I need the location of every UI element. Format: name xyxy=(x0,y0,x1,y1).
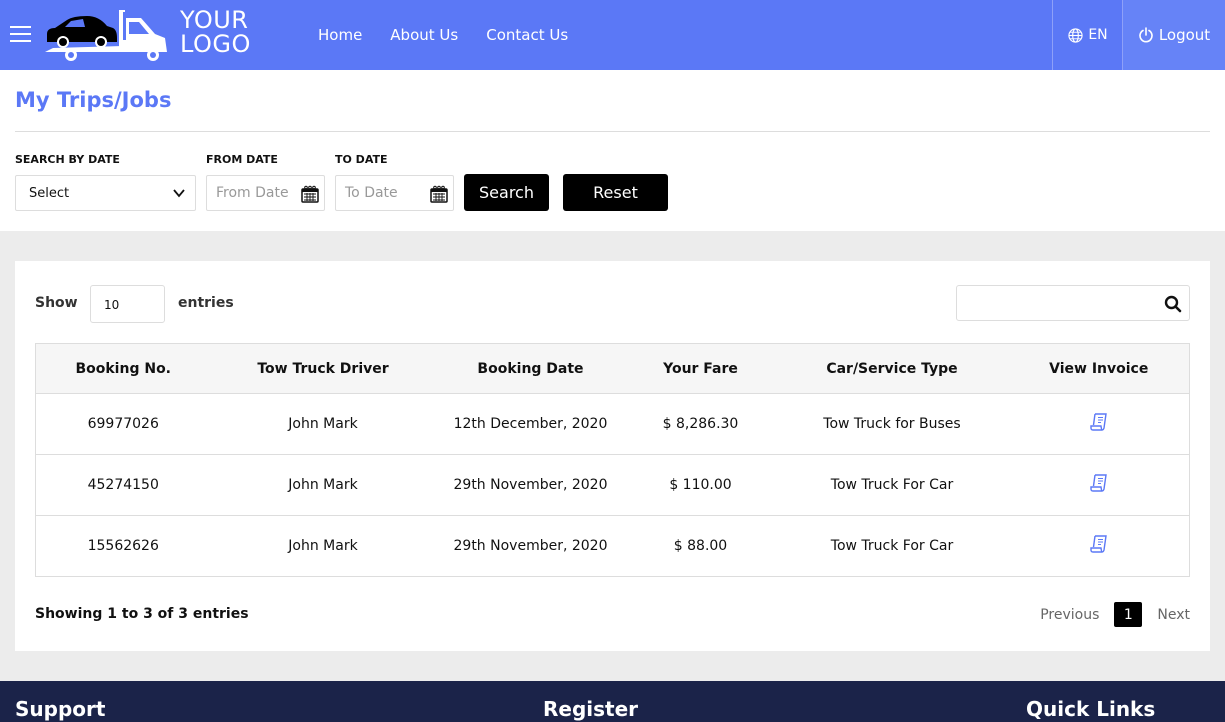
booking-no-cell: 69977026 xyxy=(35,393,211,455)
top-navbar: YOUR LOGO Home About Us Contact Us EN Lo… xyxy=(0,0,1225,70)
divider xyxy=(15,131,1210,132)
view-invoice-cell xyxy=(1008,454,1190,516)
logo-text-line1: YOUR xyxy=(180,6,249,34)
column-header-driver[interactable]: Tow Truck Driver xyxy=(210,343,436,394)
from-date-input[interactable]: From Date xyxy=(206,175,325,211)
nav-contact-us[interactable]: Contact Us xyxy=(486,26,568,44)
main-nav: Home About Us Contact Us xyxy=(318,0,596,70)
fare-cell: $ 110.00 xyxy=(625,454,776,516)
service-type-cell: Tow Truck for Buses xyxy=(775,393,1009,455)
driver-cell: John Mark xyxy=(210,393,436,455)
driver-cell: John Mark xyxy=(210,515,436,577)
column-header-booking-no[interactable]: Booking No. xyxy=(35,343,211,394)
view-invoice-cell xyxy=(1008,393,1190,455)
trips-table: Booking No. Tow Truck Driver Booking Dat… xyxy=(35,343,1190,577)
show-label: Show xyxy=(35,295,78,311)
column-header-service-type[interactable]: Car/Service Type xyxy=(775,343,1009,394)
chevron-down-icon xyxy=(173,189,185,198)
search-by-date-select[interactable]: Select xyxy=(15,175,196,211)
booking-no-cell: 15562626 xyxy=(35,515,211,577)
tow-truck-logo-icon xyxy=(45,10,167,61)
search-by-date-label: SEARCH BY DATE xyxy=(15,153,120,166)
logo[interactable]: YOUR LOGO xyxy=(43,8,263,62)
column-header-booking-date[interactable]: Booking Date xyxy=(435,343,626,394)
booking-date-cell: 29th November, 2020 xyxy=(435,454,626,516)
table-search-input[interactable] xyxy=(956,285,1190,321)
from-date-label: FROM DATE xyxy=(206,153,278,166)
invoice-icon[interactable] xyxy=(1088,533,1110,555)
nav-home[interactable]: Home xyxy=(318,26,362,44)
booking-date-cell: 12th December, 2020 xyxy=(435,393,626,455)
logout-button[interactable]: Logout xyxy=(1122,0,1225,70)
driver-cell: John Mark xyxy=(210,454,436,516)
search-icon[interactable] xyxy=(1163,294,1183,314)
next-page-button[interactable]: Next xyxy=(1157,607,1190,623)
invoice-icon[interactable] xyxy=(1088,411,1110,433)
page-1-button[interactable]: 1 xyxy=(1114,602,1143,627)
invoice-icon[interactable] xyxy=(1088,472,1110,494)
page-title: My Trips/Jobs xyxy=(15,88,172,112)
footer-register-heading: Register xyxy=(543,697,639,721)
footer-support-heading: Support xyxy=(15,697,106,721)
to-date-input[interactable]: To Date xyxy=(335,175,454,211)
filter-panel: My Trips/Jobs SEARCH BY DATE FROM DATE T… xyxy=(0,70,1225,231)
logo-text: YOUR LOGO xyxy=(180,8,251,56)
column-header-fare[interactable]: Your Fare xyxy=(625,343,776,394)
table-header-row: Booking No. Tow Truck Driver Booking Dat… xyxy=(35,343,1190,394)
reset-button[interactable]: Reset xyxy=(563,174,668,211)
globe-icon xyxy=(1068,27,1083,43)
nav-about-us[interactable]: About Us xyxy=(390,26,458,44)
table-row: 69977026 John Mark 12th December, 2020 $… xyxy=(35,393,1190,455)
pagination: Previous 1 Next xyxy=(1040,602,1190,627)
entries-per-page-input[interactable]: 10 xyxy=(90,285,165,323)
previous-page-button[interactable]: Previous xyxy=(1040,607,1099,623)
service-type-cell: Tow Truck For Car xyxy=(775,454,1009,516)
footer-quick-links-heading: Quick Links xyxy=(1026,697,1156,721)
trips-table-card: Show 10 entries Booking No. Tow Truck Dr… xyxy=(15,261,1210,651)
from-date-placeholder: From Date xyxy=(216,185,289,201)
to-date-label: TO DATE xyxy=(335,153,388,166)
logout-label: Logout xyxy=(1158,26,1211,44)
table-row: 15562626 John Mark 29th November, 2020 $… xyxy=(35,515,1190,577)
pagination-summary: Showing 1 to 3 of 3 entries xyxy=(35,606,249,622)
language-selector[interactable]: EN xyxy=(1052,0,1123,70)
service-type-cell: Tow Truck For Car xyxy=(775,515,1009,577)
hamburger-menu-icon[interactable] xyxy=(10,26,31,44)
calendar-icon[interactable] xyxy=(300,184,320,204)
footer: Support Register Quick Links xyxy=(0,681,1225,722)
table-row: 45274150 John Mark 29th November, 2020 $… xyxy=(35,454,1190,516)
language-label: EN xyxy=(1088,27,1108,43)
booking-no-cell: 45274150 xyxy=(35,454,211,516)
entries-label: entries xyxy=(178,295,234,311)
search-button[interactable]: Search xyxy=(464,174,549,211)
booking-date-cell: 29th November, 2020 xyxy=(435,515,626,577)
view-invoice-cell xyxy=(1008,515,1190,577)
column-header-view-invoice: View Invoice xyxy=(1008,343,1190,394)
calendar-icon[interactable] xyxy=(429,184,449,204)
select-value: Select xyxy=(29,186,70,201)
logo-text-line2: LOGO xyxy=(180,30,251,58)
fare-cell: $ 88.00 xyxy=(625,515,776,577)
to-date-placeholder: To Date xyxy=(345,185,398,201)
fare-cell: $ 8,286.30 xyxy=(625,393,776,455)
power-icon xyxy=(1139,27,1153,43)
